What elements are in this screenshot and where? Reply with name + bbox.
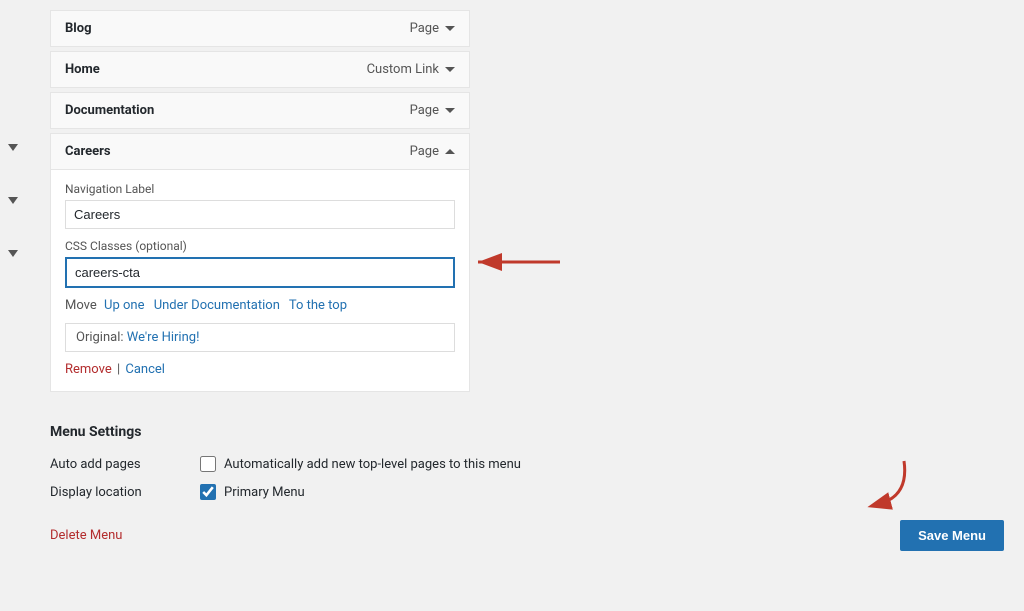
original-row: Original: We're Hiring! [65, 323, 455, 352]
display-location-value: Primary Menu [200, 484, 305, 500]
nav-label-row: Navigation Label [65, 182, 455, 229]
move-to-top-link[interactable]: To the top [289, 298, 347, 313]
footer-row: Delete Menu Save Menu [50, 520, 1004, 551]
remove-link[interactable]: Remove [65, 362, 112, 377]
move-under-documentation-link[interactable]: Under Documentation [154, 298, 280, 313]
actions-separator: | [117, 362, 120, 377]
auto-add-pages-value: Automatically add new top-level pages to… [200, 456, 521, 472]
menu-item-documentation-bar[interactable]: Documentation Page [51, 93, 469, 128]
move-label: Move [65, 298, 97, 313]
blog-title: Blog [65, 21, 92, 36]
auto-add-pages-label: Auto add pages [50, 457, 200, 472]
auto-add-pages-row: Auto add pages Automatically add new top… [50, 456, 1004, 472]
original-link[interactable]: We're Hiring! [127, 330, 200, 345]
move-up-one-link[interactable]: Up one [104, 298, 144, 313]
menu-item-home-bar[interactable]: Home Custom Link [51, 52, 469, 87]
menu-item-documentation[interactable]: Documentation Page [50, 92, 470, 129]
home-chevron-down-icon [445, 67, 455, 72]
red-arrow-css-icon [470, 248, 565, 280]
save-menu-button[interactable]: Save Menu [900, 520, 1004, 551]
nav-label-label: Navigation Label [65, 182, 455, 196]
left-chevron-2 [8, 193, 18, 208]
display-location-label: Display location [50, 485, 200, 500]
menu-item-blog-bar[interactable]: Blog Page [51, 11, 469, 46]
careers-chevron-up-icon [445, 149, 455, 154]
delete-menu-link[interactable]: Delete Menu [50, 528, 122, 543]
documentation-title: Documentation [65, 103, 154, 118]
home-type: Custom Link [367, 62, 455, 77]
menu-item-careers-bar[interactable]: Careers Page [51, 134, 469, 169]
menu-item-home[interactable]: Home Custom Link [50, 51, 470, 88]
blog-chevron-down-icon [445, 26, 455, 31]
left-chevron-3 [8, 246, 18, 261]
menu-settings-section: Menu Settings Auto add pages Automatical… [50, 416, 1004, 500]
left-chevron-1 [8, 140, 18, 155]
careers-title: Careers [65, 144, 111, 159]
home-title: Home [65, 62, 100, 77]
item-actions: Remove | Cancel [65, 362, 455, 377]
auto-add-pages-description: Automatically add new top-level pages to… [224, 457, 521, 472]
nav-label-input[interactable] [65, 200, 455, 229]
original-label: Original: [76, 330, 124, 345]
menu-item-careers: Careers Page Navigation Label CSS Classe… [50, 133, 470, 392]
cancel-link[interactable]: Cancel [125, 362, 165, 377]
auto-add-pages-checkbox[interactable] [200, 456, 216, 472]
display-location-row: Display location Primary Menu [50, 484, 1004, 500]
save-area: Save Menu [900, 520, 1004, 551]
documentation-chevron-down-icon [445, 108, 455, 113]
css-classes-row: CSS Classes (optional) [65, 239, 455, 288]
documentation-type: Page [410, 103, 455, 118]
careers-type: Page [410, 144, 455, 159]
blog-type: Page [410, 21, 455, 36]
menu-item-blog[interactable]: Blog Page [50, 10, 470, 47]
display-location-checkbox[interactable] [200, 484, 216, 500]
css-classes-label: CSS Classes (optional) [65, 239, 455, 253]
careers-expanded-body: Navigation Label CSS Classes (optional) [51, 169, 469, 391]
css-classes-input[interactable] [65, 257, 455, 288]
move-links-row: Move Up one Under Documentation To the t… [65, 298, 455, 313]
display-location-description: Primary Menu [224, 485, 305, 500]
menu-settings-title: Menu Settings [50, 424, 1004, 440]
